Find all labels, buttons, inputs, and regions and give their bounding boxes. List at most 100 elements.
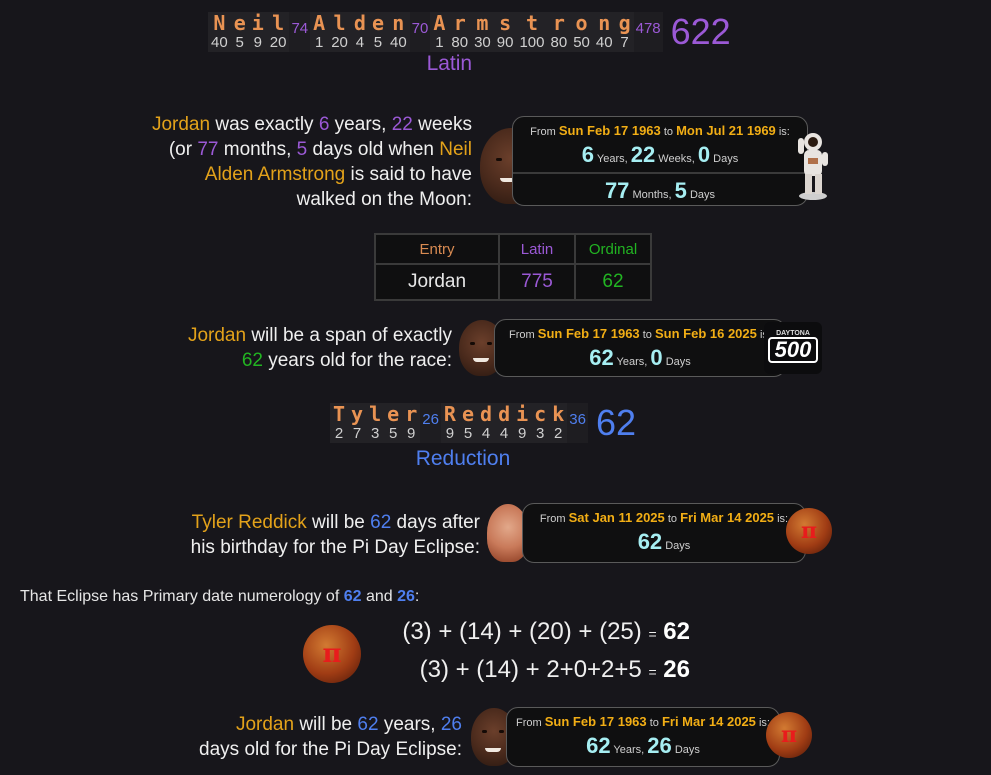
- span-value: 6: [581, 142, 595, 167]
- letter-char: l: [369, 402, 382, 426]
- letter-char: d: [353, 11, 366, 35]
- letter-char: k: [552, 402, 565, 426]
- letter-value: 4: [355, 34, 365, 51]
- letter-char: A: [313, 11, 326, 35]
- span-value: 77: [604, 178, 630, 203]
- date-span-box: From Sun Feb 17 1963 to Sun Feb 16 2025 …: [494, 319, 786, 377]
- letter-value: 7: [352, 425, 362, 442]
- span-unit: Years,: [594, 153, 631, 165]
- letter-char: t: [525, 11, 538, 35]
- letter-char: r: [552, 11, 565, 35]
- letter-char: T: [333, 402, 346, 426]
- cipher-letter: g7: [616, 12, 634, 52]
- cipher-letter: m 30: [471, 12, 494, 52]
- cipher-letter: i9: [513, 403, 531, 443]
- letter-char: s: [499, 11, 512, 35]
- cipher-word: N 40 e 5 i 9 l 20: [208, 11, 290, 52]
- span-value: 0: [650, 345, 663, 370]
- span-value: 5: [674, 178, 687, 203]
- letter-char: e: [387, 402, 400, 426]
- letter-char: n: [598, 11, 611, 35]
- cipher-letter: d4: [351, 12, 369, 52]
- equation-short: (3) + (14) + 2+0+2+5 = 26: [419, 656, 690, 683]
- letter-char: r: [405, 402, 418, 426]
- subject-name: Jordan: [151, 114, 211, 135]
- date-equations: (3) + (14) + (20) + (25) = 62 (3) + (14)…: [370, 614, 690, 690]
- cipher-letter: d4: [495, 403, 513, 443]
- cipher-letter: d4: [477, 403, 495, 443]
- letter-value: 40: [389, 34, 407, 51]
- cipher-letter: c3: [531, 403, 549, 443]
- letter-value: 3: [536, 425, 545, 442]
- cipher-word: T2y7l3e5r9: [330, 402, 421, 443]
- cipher-row: T 2 y 7 l 3 e 5 r 9 26 R 9 e 5 d 4 d 4 i 9 c 3 k 2 36 62: [330, 403, 636, 443]
- letter-value: 30: [474, 34, 491, 51]
- letter-char: i: [251, 11, 264, 35]
- span-row: 62 Days: [523, 525, 805, 559]
- letter-value: 5: [388, 425, 398, 442]
- letter-char: d: [480, 402, 493, 426]
- pi-moon-icon: π: [786, 508, 832, 554]
- span-row: 77 Months, 5 Days: [513, 172, 807, 208]
- cipher-letter: l 20: [267, 12, 290, 52]
- letter-char: m: [476, 11, 489, 35]
- cipher-name: Latin: [426, 52, 473, 75]
- span-unit: Weeks,: [655, 153, 698, 165]
- cipher-word: A 1 r 80 m 30 s 90 t 100 r 80 o 50 n 40 g 7: [430, 11, 634, 52]
- span-unit: Years,: [613, 356, 651, 368]
- cipher-letter: T2: [330, 403, 348, 443]
- letter-value: 100: [519, 34, 545, 51]
- cipher-word: R9e5d4d4i9c3k2: [440, 402, 568, 443]
- word-sum: 70: [409, 12, 431, 52]
- span-value: 0: [697, 142, 711, 167]
- cipher-breakdown-reduction: T 2 y 7 l 3 e 5 r 9 26 R 9 e 5 d 4 d 4 i 9 c 3 k 2 36 62 Reduction: [330, 403, 636, 471]
- cipher-letter: N 40: [208, 12, 231, 52]
- pi-moon-icon: π: [303, 625, 361, 683]
- letter-value: 3: [370, 425, 380, 442]
- date-span-box: From Sat Jan 11 2025 to Fri Mar 14 2025 …: [522, 503, 806, 563]
- letter-char: o: [575, 11, 588, 35]
- cipher-letter: A1: [430, 12, 448, 52]
- letter-value: 9: [407, 425, 416, 442]
- cell-ordinal: 62: [576, 265, 650, 299]
- letter-char: e: [461, 402, 475, 426]
- letter-char: g: [618, 11, 631, 35]
- cipher-letter: n 40: [387, 12, 410, 52]
- letter-char: i: [516, 402, 529, 426]
- letter-value: 80: [550, 34, 568, 51]
- letter-value: 40: [595, 34, 613, 51]
- letter-char: l: [272, 11, 285, 35]
- span-value: 22: [630, 142, 656, 167]
- cipher-letter: r 80: [548, 12, 571, 52]
- letter-value: 20: [269, 34, 287, 51]
- letter-value: 1: [315, 34, 324, 51]
- word-sum: 26: [420, 403, 441, 443]
- cipher-total: 622: [670, 11, 731, 52]
- span-value: 62: [637, 529, 663, 554]
- span-unit: Days: [710, 153, 739, 165]
- span-unit: Days: [662, 540, 691, 552]
- cell-latin: 775: [500, 265, 574, 299]
- span-unit: Days: [662, 356, 691, 368]
- letter-char: y: [351, 402, 364, 426]
- letter-value: 5: [373, 34, 383, 51]
- letter-value: 1: [435, 34, 444, 51]
- span-unit: Days: [686, 189, 716, 201]
- cipher-letter: s 90: [494, 12, 517, 52]
- cipher-total: 62: [595, 402, 636, 443]
- narrative-tyler: Tyler Reddick will be 62 days after his …: [190, 512, 480, 558]
- span-value: 62: [586, 733, 611, 758]
- header-entry: Entry: [376, 235, 498, 263]
- cipher-letter: l 20: [328, 12, 351, 52]
- letter-value: 20: [331, 34, 348, 51]
- letter-value: 90: [496, 34, 514, 51]
- cipher-letter: y7: [348, 403, 366, 443]
- letter-value: 4: [481, 425, 491, 442]
- letter-value: 80: [451, 34, 469, 51]
- letter-value: 2: [554, 425, 563, 442]
- letter-value: 9: [517, 425, 527, 442]
- letter-char: A: [433, 11, 446, 35]
- cell-entry: Jordan: [376, 265, 498, 299]
- letter-value: 5: [463, 425, 473, 442]
- gematria-table: Entry Latin Ordinal Jordan 775 62: [374, 233, 652, 301]
